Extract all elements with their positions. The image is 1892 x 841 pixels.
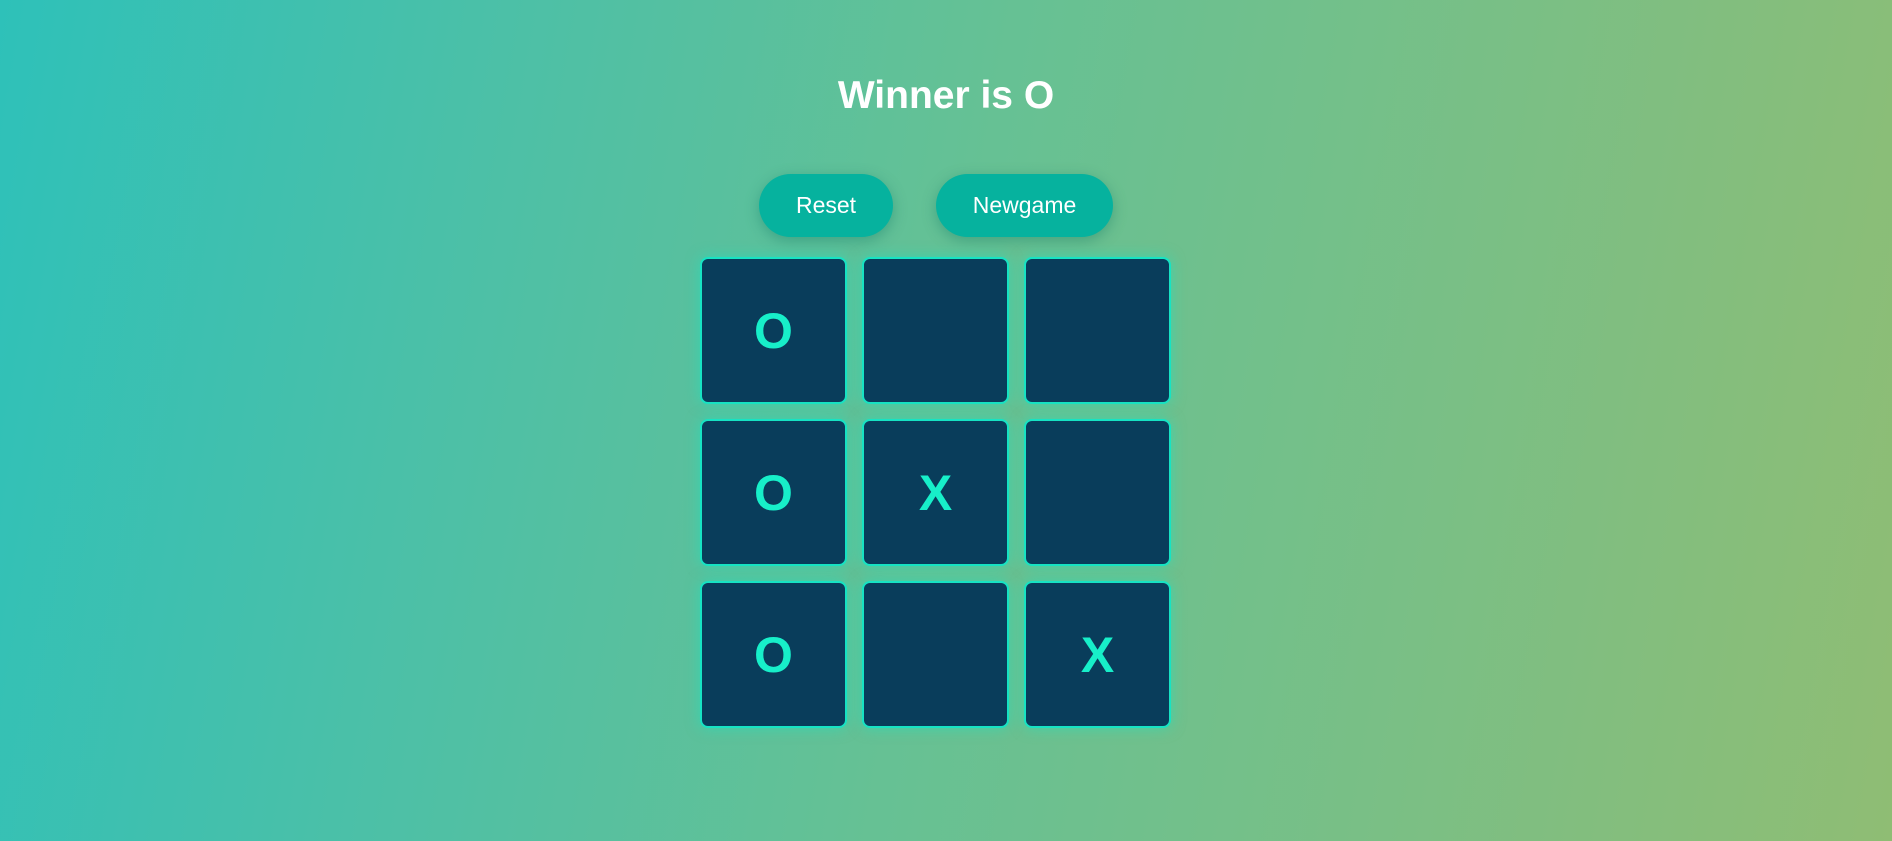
reset-button[interactable]: Reset bbox=[759, 174, 893, 237]
board-cell-9[interactable]: X bbox=[1024, 581, 1171, 728]
board-cell-2[interactable] bbox=[862, 257, 1009, 404]
board-cell-4[interactable]: O bbox=[700, 419, 847, 566]
game-status-title: Winner is O bbox=[837, 74, 1055, 117]
game-board: O O X O X bbox=[700, 257, 1173, 730]
board-cell-6[interactable] bbox=[1024, 419, 1171, 566]
board-cell-8[interactable] bbox=[862, 581, 1009, 728]
board-cell-7[interactable]: O bbox=[700, 581, 847, 728]
new-game-button[interactable]: Newgame bbox=[936, 174, 1113, 237]
board-cell-3[interactable] bbox=[1024, 257, 1171, 404]
board-cell-1[interactable]: O bbox=[700, 257, 847, 404]
board-cell-5[interactable]: X bbox=[862, 419, 1009, 566]
